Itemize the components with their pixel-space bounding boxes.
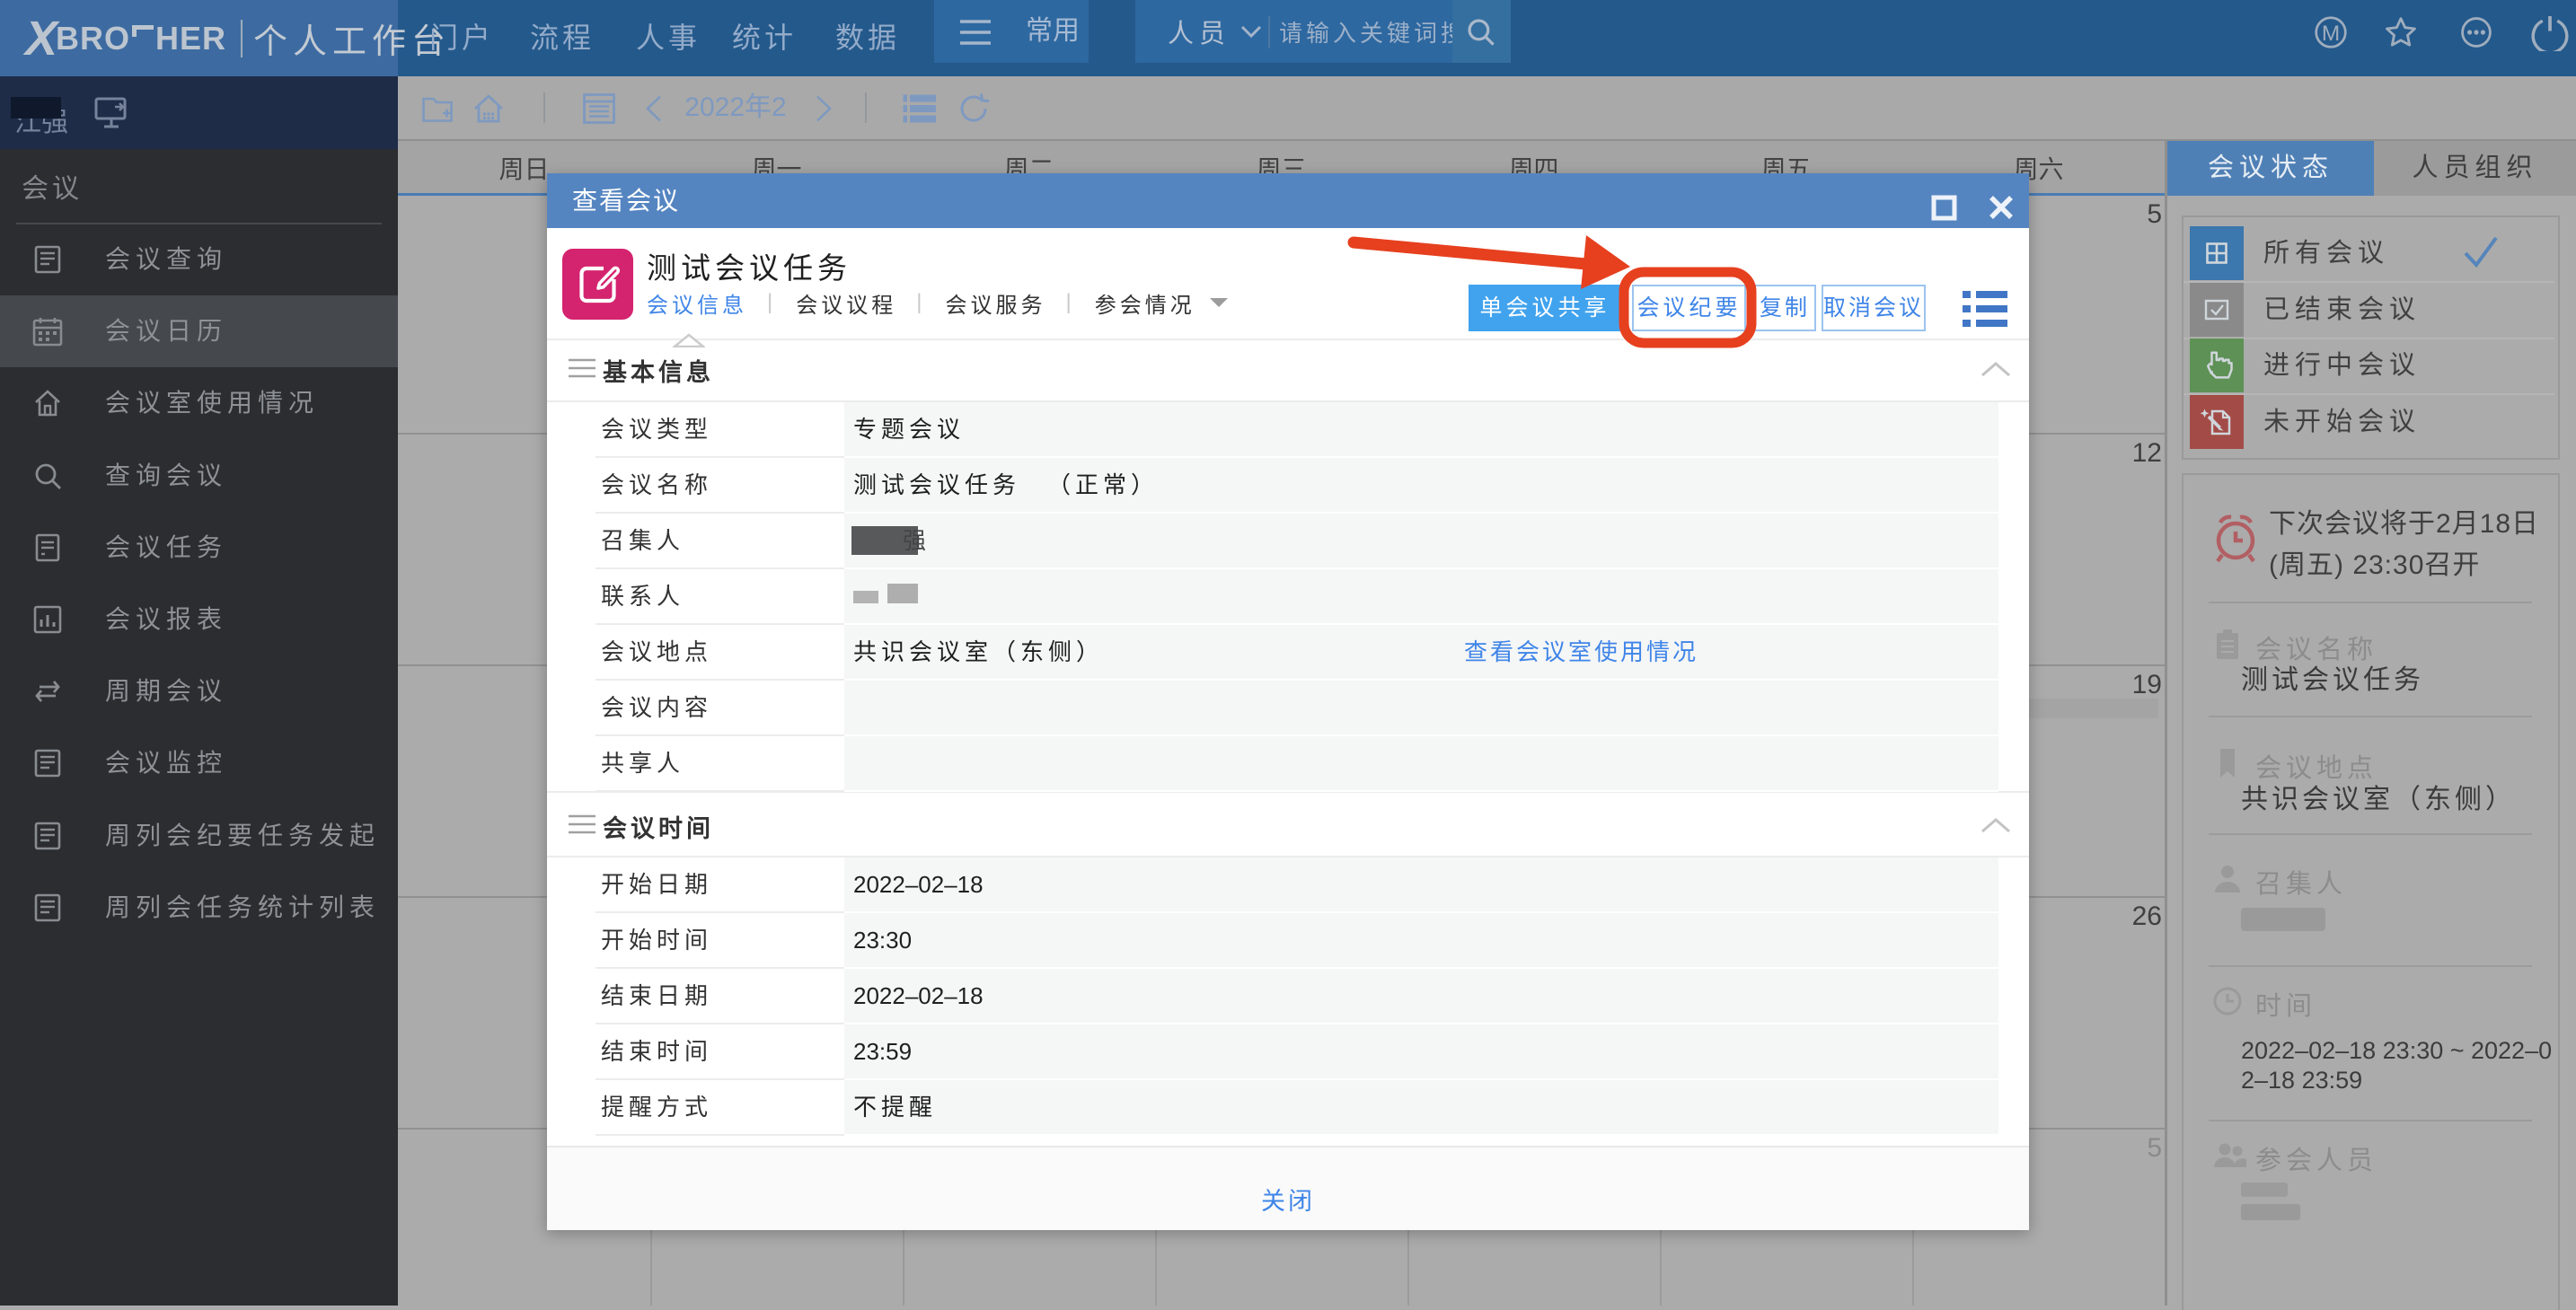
svg-text:M: M	[2322, 22, 2340, 46]
